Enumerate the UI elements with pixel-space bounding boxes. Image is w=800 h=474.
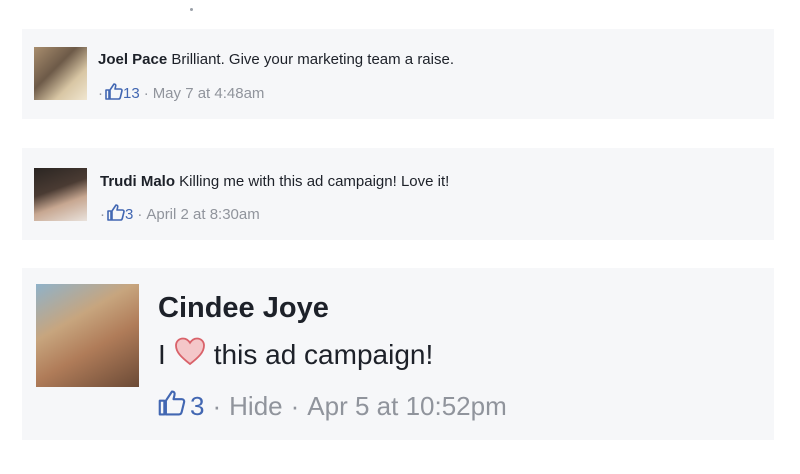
comment-body: Trudi Malo Killing me with this ad campa…	[100, 173, 449, 190]
comment-item: Trudi Malo Killing me with this ad campa…	[22, 148, 774, 240]
like-thumb-icon[interactable]	[105, 83, 123, 104]
comment-text-after: this ad campaign!	[213, 338, 434, 370]
comment-item: Joel Pace Brilliant. Give your marketing…	[22, 29, 774, 119]
comment-text-before: I	[158, 338, 166, 370]
hide-link[interactable]: Hide	[229, 391, 282, 422]
like-thumb-icon[interactable]	[107, 204, 125, 225]
separator: ·	[137, 206, 143, 223]
like-thumb-icon[interactable]	[158, 390, 186, 423]
like-count[interactable]: 3	[125, 206, 133, 223]
comment-meta: · 13 · May 7 at 4:48am	[98, 83, 264, 104]
separator: ·	[290, 391, 300, 421]
comment-item: Cindee Joye I this ad campaign! 3 · Hide…	[22, 268, 774, 440]
comment-author[interactable]: Trudi Malo	[100, 173, 175, 190]
avatar[interactable]	[34, 47, 87, 100]
heart-icon	[174, 336, 206, 373]
separator: ·	[212, 391, 222, 421]
separator: ·	[143, 85, 149, 102]
comment-author[interactable]: Cindee Joye	[158, 292, 329, 325]
like-count[interactable]: 13	[123, 85, 140, 102]
comment-body: Joel Pace Brilliant. Give your marketing…	[98, 51, 454, 68]
comment-timestamp[interactable]: May 7 at 4:48am	[153, 85, 265, 102]
avatar[interactable]	[34, 168, 87, 221]
previous-comment-fragment	[22, 0, 774, 14]
comment-timestamp[interactable]: Apr 5 at 10:52pm	[307, 391, 506, 422]
separator: ·	[98, 85, 103, 102]
comment-timestamp[interactable]: April 2 at 8:30am	[146, 206, 259, 223]
avatar[interactable]	[36, 284, 139, 387]
comment-meta: 3 · Hide · Apr 5 at 10:52pm	[158, 390, 507, 423]
comment-author[interactable]: Joel Pace	[98, 51, 167, 68]
comment-meta: · 3 · April 2 at 8:30am	[100, 204, 260, 225]
like-count[interactable]: 3	[190, 391, 204, 422]
separator-dot	[190, 8, 193, 11]
comment-text: Killing me with this ad campaign! Love i…	[179, 173, 450, 190]
comment-text: Brilliant. Give your marketing team a ra…	[171, 51, 454, 68]
separator: ·	[100, 206, 105, 223]
comment-text: I this ad campaign!	[158, 336, 433, 373]
